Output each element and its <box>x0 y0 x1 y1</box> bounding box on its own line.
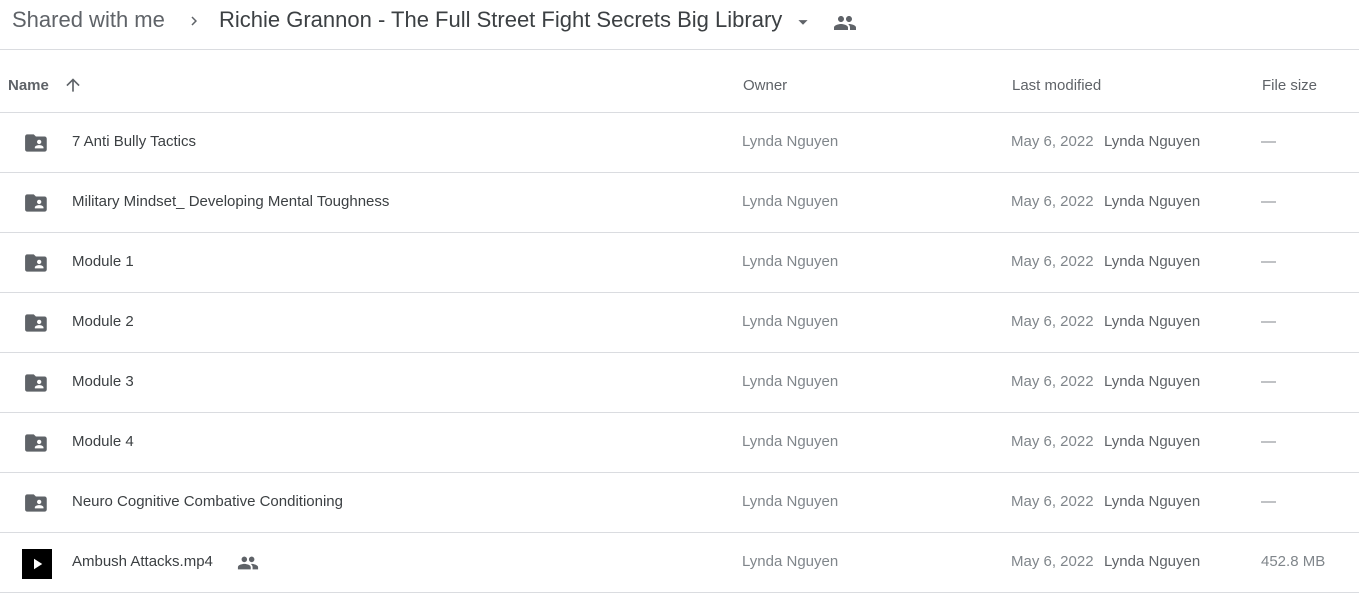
modified-by: Lynda Nguyen <box>1104 253 1201 270</box>
file-size-cell: — <box>1261 193 1276 210</box>
file-name: Neuro Cognitive Combative Conditioning <box>72 493 343 510</box>
table-row[interactable]: Military Mindset_ Developing Mental Toug… <box>0 173 1359 233</box>
table-row[interactable]: Module 3 Lynda Nguyen May 6, 2022 Lynda … <box>0 353 1359 413</box>
table-row[interactable]: Neuro Cognitive Combative Conditioning L… <box>0 473 1359 533</box>
modified-date: May 6, 2022 <box>1011 373 1094 390</box>
file-name: 7 Anti Bully Tactics <box>72 133 196 150</box>
modified-date: May 6, 2022 <box>1011 133 1094 150</box>
modified-date: May 6, 2022 <box>1011 253 1094 270</box>
column-header: Name Owner Last modified File size <box>0 50 1359 113</box>
table-row[interactable]: 7 Anti Bully Tactics Lynda Nguyen May 6,… <box>0 113 1359 173</box>
file-size-cell: — <box>1261 133 1276 150</box>
chevron-right-icon <box>191 16 197 26</box>
breadcrumb-current-folder[interactable]: Richie Grannon - The Full Street Fight S… <box>219 7 782 33</box>
modified-by: Lynda Nguyen <box>1104 193 1201 210</box>
owner-cell: Lynda Nguyen <box>742 313 839 330</box>
file-size-cell: — <box>1261 253 1276 270</box>
modified-date: May 6, 2022 <box>1011 193 1094 210</box>
file-name: Ambush Attacks.mp4 <box>72 553 213 570</box>
shared-folder-icon <box>25 494 47 512</box>
people-icon[interactable] <box>833 11 857 35</box>
table-row[interactable]: Ambush Attacks.mp4 Lynda Nguyen May 6, 2… <box>0 533 1359 593</box>
shared-folder-icon <box>25 434 47 452</box>
breadcrumb-shared-with-me[interactable]: Shared with me <box>12 7 165 33</box>
file-list: 7 Anti Bully Tactics Lynda Nguyen May 6,… <box>0 113 1359 593</box>
file-name: Military Mindset_ Developing Mental Toug… <box>72 193 390 210</box>
file-name: Module 2 <box>72 313 134 330</box>
file-name: Module 1 <box>72 253 134 270</box>
file-name: Module 3 <box>72 373 134 390</box>
table-row[interactable]: Module 2 Lynda Nguyen May 6, 2022 Lynda … <box>0 293 1359 353</box>
file-size-cell: — <box>1261 433 1276 450</box>
owner-cell: Lynda Nguyen <box>742 433 839 450</box>
owner-cell: Lynda Nguyen <box>742 193 839 210</box>
shared-folder-icon <box>25 254 47 272</box>
shared-folder-icon <box>25 134 47 152</box>
modified-by: Lynda Nguyen <box>1104 493 1201 510</box>
modified-date: May 6, 2022 <box>1011 553 1094 570</box>
file-size-cell: — <box>1261 493 1276 510</box>
shared-folder-icon <box>25 374 47 392</box>
column-owner[interactable]: Owner <box>743 77 787 94</box>
file-name: Module 4 <box>72 433 134 450</box>
modified-by: Lynda Nguyen <box>1104 133 1201 150</box>
table-row[interactable]: Module 4 Lynda Nguyen May 6, 2022 Lynda … <box>0 413 1359 473</box>
owner-cell: Lynda Nguyen <box>742 553 839 570</box>
breadcrumb: Shared with me Richie Grannon - The Full… <box>0 0 1359 50</box>
table-row[interactable]: Module 1 Lynda Nguyen May 6, 2022 Lynda … <box>0 233 1359 293</box>
arrow-up-icon[interactable] <box>63 75 83 95</box>
file-size-cell: — <box>1261 373 1276 390</box>
modified-by: Lynda Nguyen <box>1104 313 1201 330</box>
play-icon <box>34 558 43 570</box>
modified-by: Lynda Nguyen <box>1104 373 1201 390</box>
shared-folder-icon <box>25 194 47 212</box>
file-size-cell: 452.8 MB <box>1261 553 1326 570</box>
owner-cell: Lynda Nguyen <box>742 253 839 270</box>
column-last-modified[interactable]: Last modified <box>1012 77 1101 94</box>
file-size-cell: — <box>1261 313 1276 330</box>
shared-folder-icon <box>25 314 47 332</box>
modified-date: May 6, 2022 <box>1011 493 1094 510</box>
modified-by: Lynda Nguyen <box>1104 433 1201 450</box>
column-file-size[interactable]: File size <box>1262 77 1317 94</box>
people-icon <box>237 556 259 570</box>
modified-by: Lynda Nguyen <box>1104 553 1201 570</box>
video-thumbnail <box>22 549 52 579</box>
owner-cell: Lynda Nguyen <box>742 133 839 150</box>
modified-date: May 6, 2022 <box>1011 433 1094 450</box>
column-name[interactable]: Name <box>8 77 49 94</box>
owner-cell: Lynda Nguyen <box>742 373 839 390</box>
caret-down-icon[interactable] <box>792 11 814 33</box>
modified-date: May 6, 2022 <box>1011 313 1094 330</box>
owner-cell: Lynda Nguyen <box>742 493 839 510</box>
